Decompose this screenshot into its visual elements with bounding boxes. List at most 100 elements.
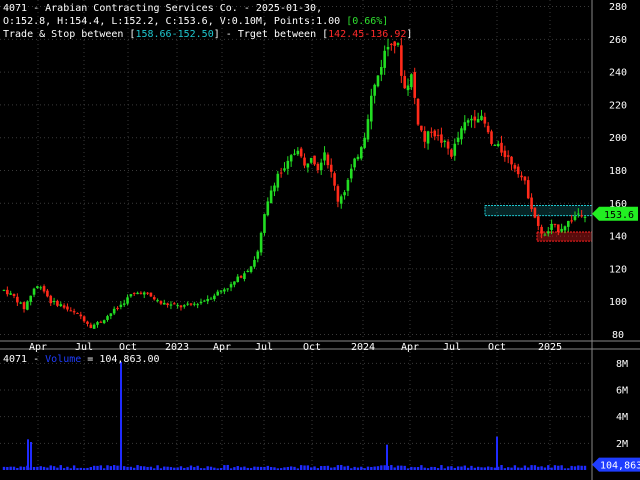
volume-bar bbox=[183, 467, 186, 470]
volume-tick-label: 2M bbox=[616, 439, 628, 450]
volume-bar bbox=[490, 467, 493, 470]
volume-bar bbox=[296, 468, 300, 470]
volume-bar bbox=[96, 465, 99, 470]
candle-body bbox=[553, 223, 557, 225]
volume-spike bbox=[496, 436, 498, 470]
volume-bar bbox=[396, 465, 400, 470]
volume-bar bbox=[199, 468, 203, 470]
x-tick-label: Jul bbox=[443, 342, 461, 353]
volume-bar bbox=[236, 466, 239, 470]
volume-bar bbox=[36, 466, 39, 470]
volume-bar bbox=[76, 468, 79, 470]
trade-line: Trade & Stop between [158.66-152.50] - T… bbox=[3, 28, 412, 41]
volume-bar bbox=[340, 464, 343, 470]
candle-body bbox=[162, 302, 166, 305]
volume-value: = 104,863.00 bbox=[81, 354, 160, 365]
candle-body bbox=[583, 216, 587, 218]
volume-bar bbox=[527, 467, 530, 470]
candle-body bbox=[336, 186, 340, 202]
volume-spike bbox=[386, 444, 388, 470]
y-tick-label: 100 bbox=[609, 297, 627, 308]
volume-bar bbox=[12, 466, 16, 470]
volume-bar bbox=[430, 466, 433, 470]
candle-body bbox=[516, 166, 520, 175]
candle-body bbox=[246, 270, 250, 273]
candle-body bbox=[166, 303, 169, 306]
volume-bar bbox=[133, 467, 136, 470]
candle-body bbox=[32, 288, 36, 295]
candle-body bbox=[56, 300, 59, 306]
volume-bar bbox=[159, 468, 163, 470]
volume-bar bbox=[196, 465, 199, 470]
candle-body bbox=[480, 115, 483, 121]
candle-body bbox=[503, 150, 507, 158]
candle-body bbox=[326, 154, 330, 166]
candle-body bbox=[112, 308, 116, 314]
volume-bar bbox=[82, 468, 86, 470]
candle-body bbox=[526, 180, 530, 199]
candle-body bbox=[206, 299, 209, 302]
candle-body bbox=[152, 297, 156, 300]
candle-body bbox=[36, 286, 39, 288]
volume-bar bbox=[86, 467, 89, 470]
volume-bar bbox=[463, 465, 466, 470]
y-tick-label: 240 bbox=[609, 68, 627, 79]
candle-body bbox=[89, 324, 93, 328]
candle-body bbox=[543, 234, 547, 236]
volume-bar bbox=[62, 468, 66, 470]
y-tick-label: 140 bbox=[609, 232, 627, 243]
volume-bar bbox=[72, 465, 76, 470]
candle-body bbox=[293, 153, 296, 155]
candle-body bbox=[400, 45, 403, 76]
candle-body bbox=[316, 163, 320, 171]
candle-body bbox=[236, 276, 240, 283]
candle-body bbox=[216, 291, 220, 296]
candle-body bbox=[506, 155, 510, 157]
volume-bar bbox=[286, 466, 290, 470]
ohlc-text: O:152.8, H:154.4, L:152.2, C:153.6, V:0.… bbox=[3, 16, 341, 27]
volume-bar bbox=[306, 465, 310, 470]
candle-body bbox=[116, 307, 119, 309]
candle-body bbox=[26, 301, 29, 310]
volume-bar bbox=[273, 467, 276, 470]
candle-body bbox=[273, 185, 276, 192]
target-prefix: ] - Trget between [ bbox=[213, 29, 329, 40]
candle-body bbox=[573, 216, 577, 220]
volume-bar bbox=[59, 465, 62, 470]
candle-body bbox=[209, 298, 213, 300]
volume-bar bbox=[346, 465, 350, 470]
candle-body bbox=[309, 157, 313, 163]
volume-bar bbox=[473, 467, 477, 470]
candle-body bbox=[126, 297, 129, 304]
candle-body bbox=[9, 293, 12, 295]
x-tick-label: Apr bbox=[29, 342, 47, 353]
candle-body bbox=[2, 289, 6, 291]
volume-bar bbox=[106, 465, 109, 470]
candle-body bbox=[426, 131, 430, 144]
candle-body bbox=[363, 137, 366, 148]
candle-body bbox=[353, 158, 356, 168]
volume-bar bbox=[480, 467, 483, 470]
volume-bar bbox=[373, 466, 376, 470]
volume-bar bbox=[283, 467, 286, 470]
target-suffix: ] bbox=[406, 29, 413, 40]
candle-body bbox=[183, 305, 186, 307]
candle-body bbox=[373, 84, 376, 96]
volume-bar bbox=[406, 468, 410, 470]
volume-bar bbox=[440, 465, 443, 470]
volume-bar bbox=[176, 467, 179, 470]
volume-bar bbox=[6, 466, 9, 470]
candle-body bbox=[510, 156, 513, 165]
volume-bar bbox=[517, 467, 520, 470]
volume-bar bbox=[66, 466, 69, 470]
volume-bar bbox=[353, 466, 356, 470]
volume-bar bbox=[333, 467, 336, 470]
volume-bar bbox=[537, 466, 540, 470]
volume-bar bbox=[209, 466, 213, 470]
y-tick-label: 80 bbox=[612, 330, 624, 341]
volume-bar bbox=[413, 467, 416, 470]
candle-body bbox=[433, 130, 437, 137]
volume-tick-label: 4M bbox=[616, 412, 628, 423]
candle-body bbox=[446, 141, 450, 149]
volume-bar bbox=[513, 465, 517, 470]
